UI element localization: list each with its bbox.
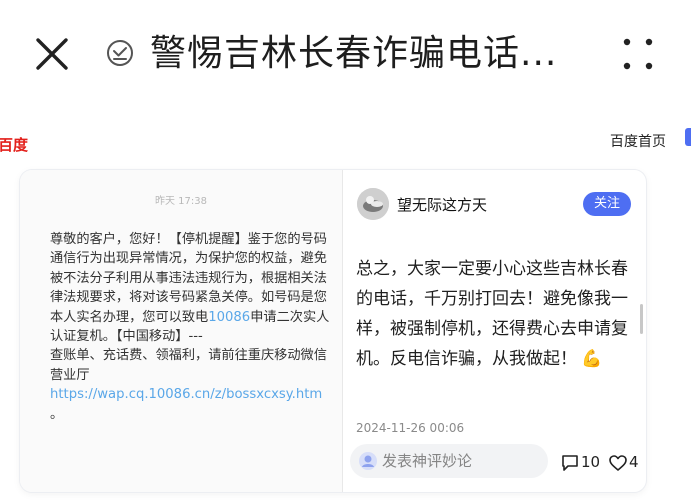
sms-phone-link: 10086 <box>208 309 251 325</box>
sms-screenshot-image[interactable]: 昨天 17:38 尊敬的客户，您好！【停机提醒】鉴于您的号码通信行为出现异常情况… <box>20 170 343 492</box>
post-body: 总之，大家一定要小心这些吉林长春的电话，千万别打回去！避免像我一样，被强制停机，… <box>356 254 632 374</box>
comment-placeholder: 发表神评妙论 <box>382 452 473 470</box>
baidu-home-link[interactable]: 百度首页 <box>610 131 666 151</box>
sms-url-link: https://wap.cq.10086.cn/z/bossxcxsy.htm <box>50 387 323 403</box>
sms-text-part: 查账单、充话费、领福利，请前往重庆移动微信营业厅 <box>50 348 327 383</box>
edge-widget[interactable] <box>685 128 691 146</box>
flex-emoji: 💪 <box>581 349 603 369</box>
close-icon <box>36 38 68 70</box>
more-button[interactable] <box>618 36 658 72</box>
page-title: 警惕吉林长春诈骗电话... <box>150 33 558 74</box>
sms-text-part: 。 <box>50 406 64 422</box>
baidu-logo: 百度 <box>0 136 29 154</box>
sms-timestamp: 昨天 17:38 <box>155 196 207 207</box>
comment-icon <box>562 455 578 471</box>
post-card: 昨天 17:38 尊敬的客户，您好！【停机提醒】鉴于您的号码通信行为出现异常情况… <box>20 170 646 492</box>
post-date: 2024-11-26 00:06 <box>356 421 465 435</box>
follow-button[interactable]: 关注 <box>583 192 631 216</box>
avatar[interactable] <box>357 188 389 220</box>
more-dots-icon <box>623 38 653 70</box>
comment-count: 10 <box>581 453 601 471</box>
scrollbar-thumb[interactable] <box>640 304 643 334</box>
comment-input[interactable]: 发表神评妙论 <box>350 444 548 478</box>
verified-check-icon <box>104 37 136 69</box>
like-count: 4 <box>629 453 639 471</box>
author-name[interactable]: 望无际这方天 <box>397 194 487 215</box>
heart-icon <box>609 455 627 471</box>
sms-message-text: 尊敬的客户，您好！【停机提醒】鉴于您的号码通信行为出现异常情况，为保护您的权益，… <box>50 230 332 424</box>
user-icon <box>359 452 377 470</box>
close-button[interactable] <box>30 32 74 76</box>
